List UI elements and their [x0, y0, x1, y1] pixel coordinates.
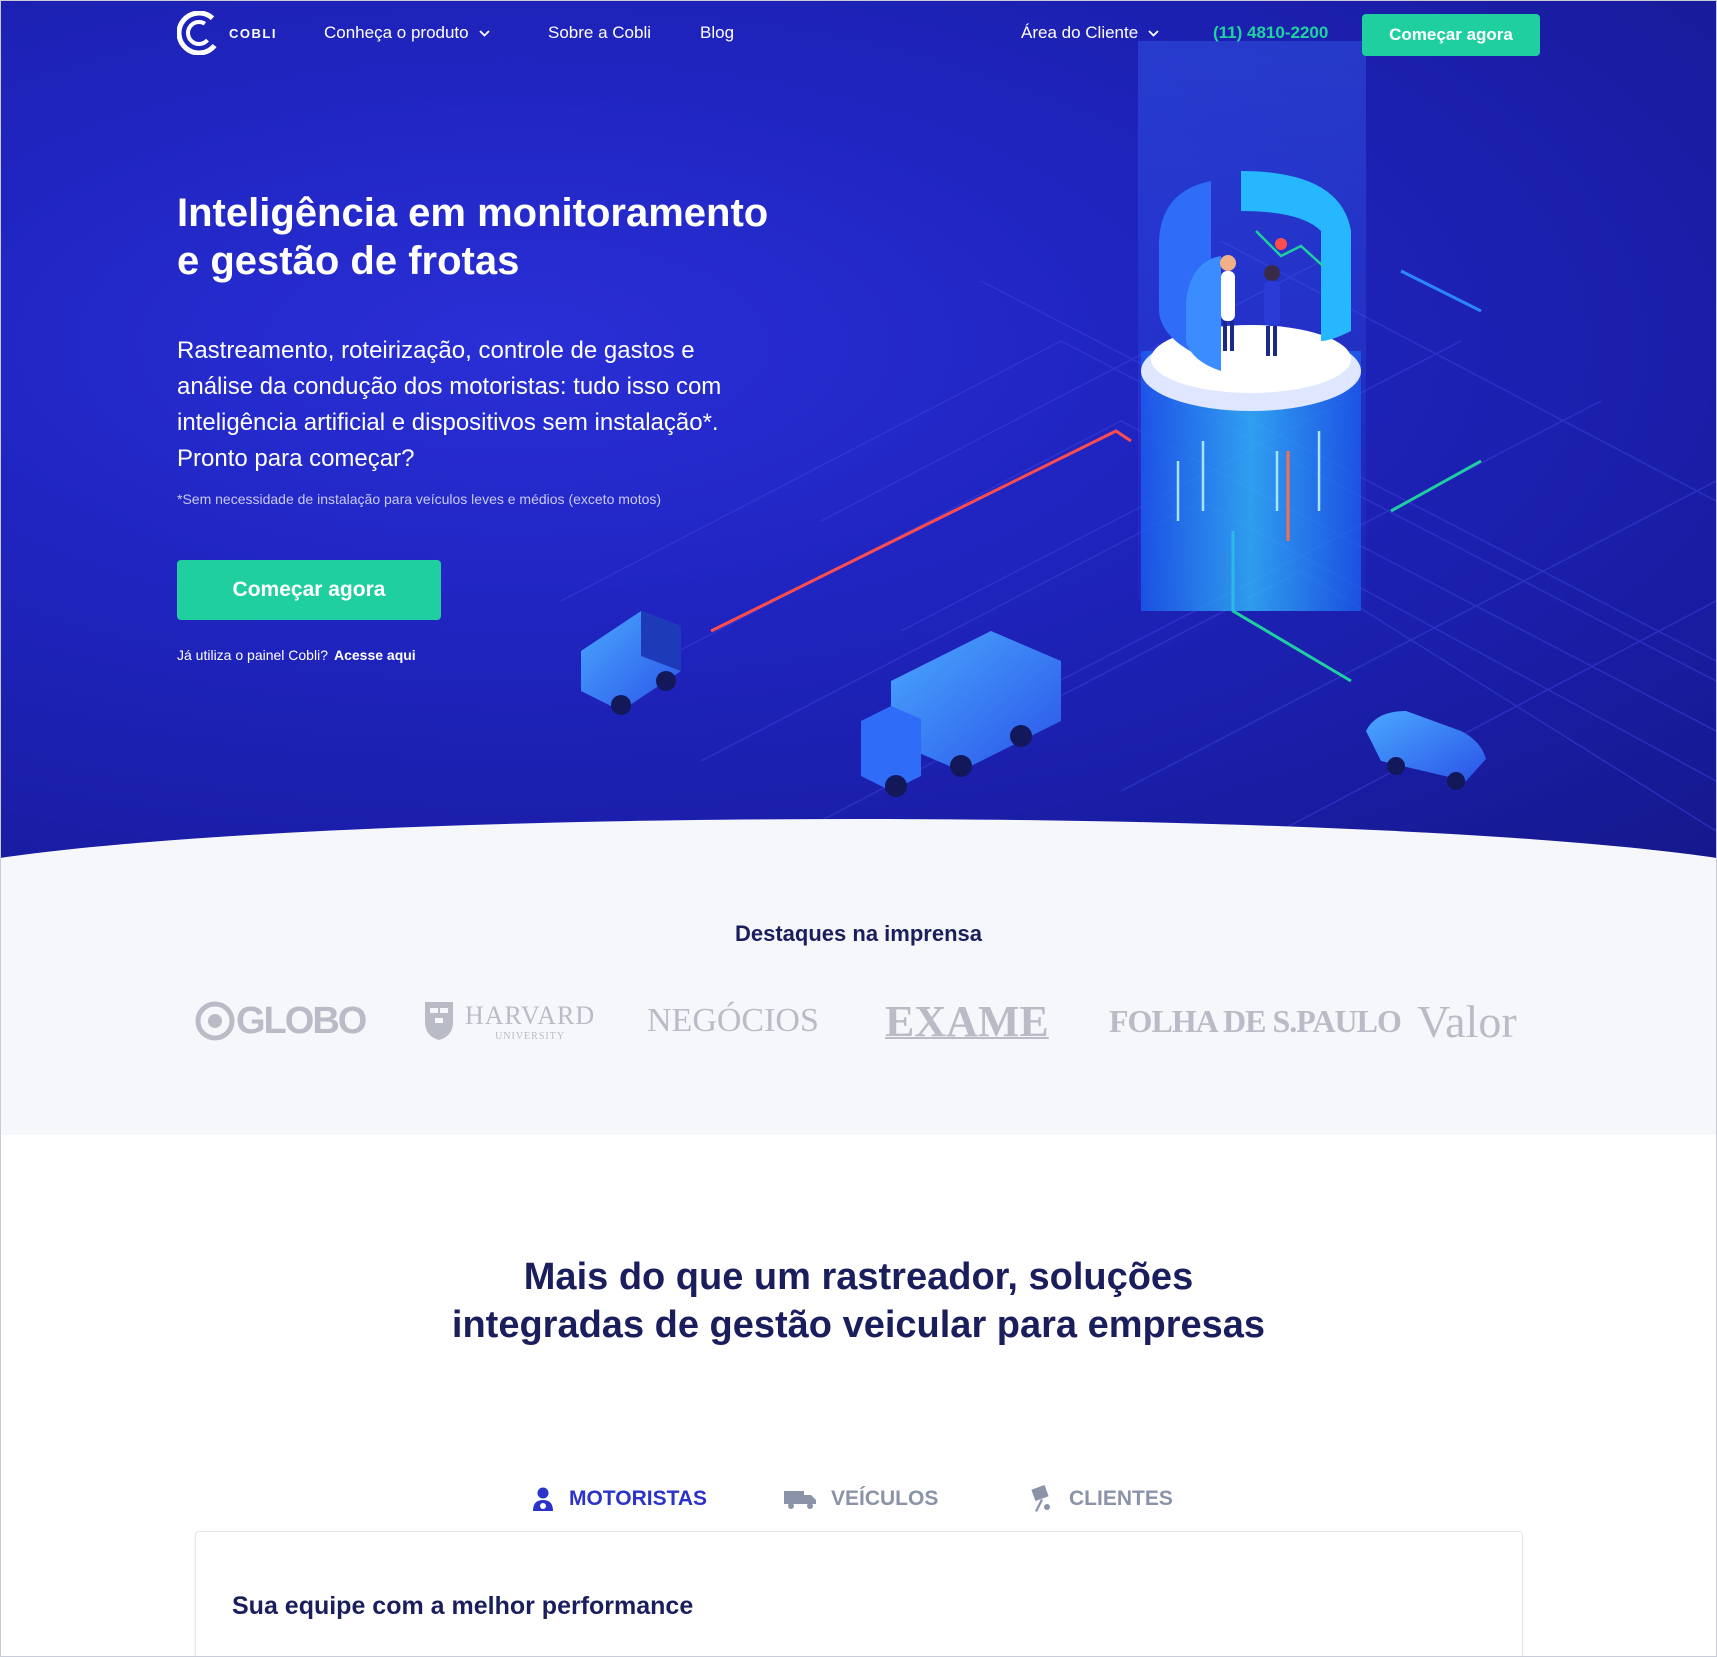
- hero-desc-line: análise da condução dos motoristas: tudo…: [177, 373, 722, 400]
- tab-label: VEÍCULOS: [831, 1487, 939, 1510]
- globo-text: GLOBO: [236, 999, 367, 1042]
- logo-text: COBLI: [229, 25, 277, 41]
- van-illustration: [581, 611, 681, 715]
- tab-label: MOTORISTAS: [568, 1487, 708, 1510]
- solutions-title-line: Mais do que um rastreador, soluções: [523, 1256, 1194, 1298]
- top-nav: COBLI Conheça o produto Sobre a Cobli Bl…: [1, 1, 1716, 69]
- nav-blog-link[interactable]: Blog: [700, 23, 734, 43]
- harvard-wordmark: HARVARD UNIVERSITY: [465, 1001, 595, 1042]
- chevron-down-icon: [1148, 29, 1159, 37]
- hero-description: Rastreamento, roteirização, controle de …: [177, 333, 777, 477]
- driver-icon: [532, 1487, 553, 1511]
- page: COBLI Conheça o produto Sobre a Cobli Bl…: [0, 0, 1717, 1657]
- chevron-down-icon: [478, 29, 490, 37]
- harvard-shield-icon: [425, 1002, 453, 1040]
- nav-start-button[interactable]: Começar agora: [1362, 14, 1540, 56]
- valor-logo: Valor: [1417, 981, 1517, 1061]
- nav-client-area-menu[interactable]: Área do Cliente: [1021, 23, 1159, 43]
- hero-desc-line: Pronto para começar?: [177, 445, 415, 472]
- tab-label: CLIENTES: [1069, 1487, 1173, 1510]
- hero-title-line: e gestão de frotas: [177, 239, 520, 283]
- solutions-tabs: MOTORISTAS VEÍCULOS CLIENTES: [499, 1466, 1217, 1535]
- nav-product-menu[interactable]: Conheça o produto: [324, 23, 490, 43]
- cobli-logo-icon: [177, 11, 221, 55]
- nav-product-label: Conheça o produto: [324, 23, 469, 42]
- car-illustration: [1366, 711, 1486, 790]
- cobli-logo[interactable]: COBLI: [177, 11, 277, 55]
- login-text: Já utiliza o painel Cobli?: [177, 647, 328, 663]
- tab-clientes[interactable]: CLIENTES: [1027, 1466, 1173, 1532]
- press-logos: GLOBO HARVARD UNIVERSITY NEGÓCIOS EXAME: [177, 981, 1543, 1061]
- press-section: Destaques na imprensa GLOBO HARVARD UNIV…: [1, 861, 1716, 1135]
- hero-title-line: Inteligência em monitoramento: [177, 191, 769, 235]
- card-title: Sua equipe com a melhor performance: [232, 1592, 694, 1620]
- hero-desc-line: inteligência artificial e dispositivos s…: [177, 409, 719, 436]
- negocios-text: NEGÓCIOS: [647, 1002, 819, 1039]
- nav-client-area-label: Área do Cliente: [1021, 23, 1139, 42]
- hero-title: Inteligência em monitoramento e gestão d…: [177, 189, 877, 285]
- solutions-title: Mais do que um rastreador, soluções inte…: [1, 1253, 1716, 1349]
- hero-desc-line: Rastreamento, roteirização, controle de …: [177, 337, 695, 364]
- nav-about-link[interactable]: Sobre a Cobli: [548, 23, 651, 43]
- negocios-logo: NEGÓCIOS: [647, 981, 819, 1061]
- valor-text: Valor: [1417, 995, 1517, 1047]
- folha-logo: FOLHA DE S.PAULO: [1109, 981, 1402, 1061]
- harvard-logo: HARVARD UNIVERSITY: [423, 981, 595, 1061]
- hero-start-button[interactable]: Começar agora: [177, 560, 441, 620]
- globo-icon: [195, 1001, 235, 1041]
- globo-logo: GLOBO: [195, 981, 367, 1061]
- hero-footnote: *Sem necessidade de instalação para veíc…: [177, 491, 662, 507]
- solutions-title-line: integradas de gestão veicular para empre…: [451, 1304, 1266, 1346]
- truck-illustration: [861, 631, 1061, 797]
- harvard-text: HARVARD: [465, 1000, 596, 1030]
- tab-veiculos[interactable]: VEÍCULOS: [783, 1466, 938, 1532]
- solutions-card: Sua equipe com a melhor performance: [195, 1531, 1523, 1656]
- exame-logo: EXAME: [885, 981, 1049, 1061]
- login-link[interactable]: Acesse aqui: [334, 647, 416, 663]
- truck-icon: [784, 1491, 816, 1509]
- press-title: Destaques na imprensa: [735, 921, 982, 946]
- package-icon: [1031, 1485, 1050, 1512]
- harvard-sub-text: UNIVERSITY: [495, 1030, 566, 1042]
- hero-login-prompt: Já utiliza o painel Cobli? Acesse aqui: [177, 647, 416, 663]
- exame-text: EXAME: [885, 996, 1049, 1046]
- tab-motoristas[interactable]: MOTORISTAS: [499, 1466, 739, 1535]
- folha-text: FOLHA DE S.PAULO: [1109, 1002, 1402, 1039]
- nav-phone-link[interactable]: (11) 4810-2200: [1213, 23, 1328, 43]
- hero-section: COBLI Conheça o produto Sobre a Cobli Bl…: [1, 1, 1716, 861]
